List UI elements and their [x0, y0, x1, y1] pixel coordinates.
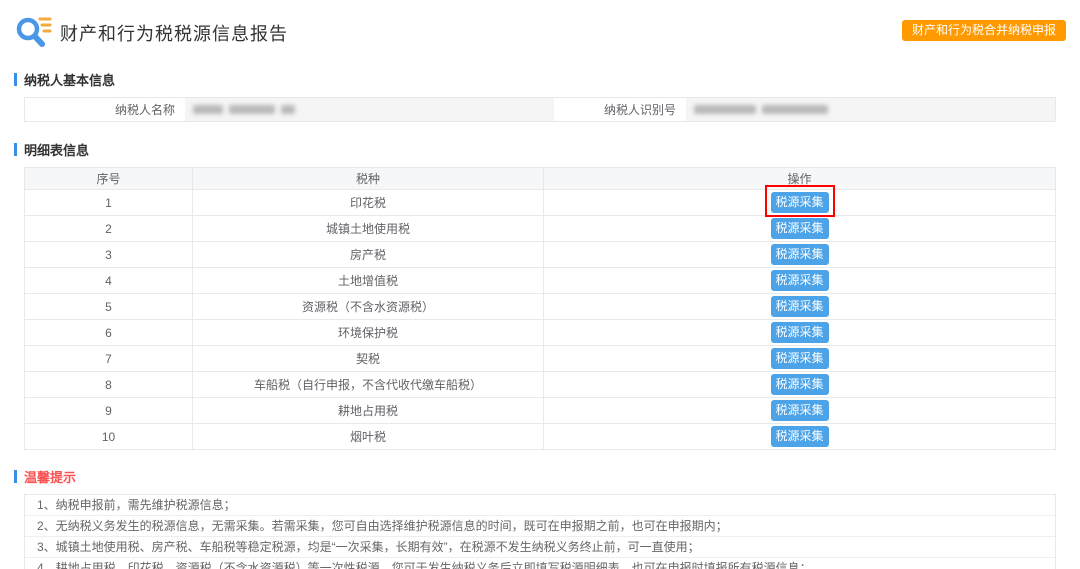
column-header-no: 序号: [25, 168, 193, 190]
collect-source-button[interactable]: 税源采集: [771, 426, 829, 447]
row-tax: 车船税（自行申报，不含代收代缴车船税）: [193, 372, 544, 398]
page-title: 财产和行为税税源信息报告: [60, 20, 288, 46]
collect-source-button[interactable]: 税源采集: [771, 192, 829, 213]
row-no: 2: [25, 216, 193, 242]
row-no: 10: [25, 424, 193, 450]
row-no: 1: [25, 190, 193, 216]
row-no: 5: [25, 294, 193, 320]
row-tax: 契税: [193, 346, 544, 372]
row-no: 4: [25, 268, 193, 294]
highlight-red-box: 税源采集: [771, 192, 829, 213]
detail-section-header: 明细表信息: [14, 140, 1080, 159]
taxpayer-id-value: [686, 98, 1055, 121]
basic-info-section-header: 纳税人基本信息: [14, 70, 1080, 89]
taxpayer-name-label: 纳税人名称: [25, 98, 185, 121]
taxpayer-name-value: [185, 98, 554, 121]
magnifier-list-icon: [14, 14, 52, 52]
collect-source-button[interactable]: 税源采集: [771, 322, 829, 343]
taxpayer-info-row: 纳税人名称 纳税人识别号: [24, 97, 1056, 122]
row-no: 9: [25, 398, 193, 424]
detail-section-title: 明细表信息: [24, 140, 89, 159]
table-row: 10 烟叶税 税源采集: [25, 424, 1056, 450]
collect-source-button[interactable]: 税源采集: [771, 374, 829, 395]
row-no: 7: [25, 346, 193, 372]
row-tax: 印花税: [193, 190, 544, 216]
table-row: 6 环境保护税 税源采集: [25, 320, 1056, 346]
row-tax: 房产税: [193, 242, 544, 268]
section-bar: [14, 470, 17, 483]
table-row: 2 城镇土地使用税 税源采集: [25, 216, 1056, 242]
collect-source-button[interactable]: 税源采集: [771, 270, 829, 291]
page-header: 财产和行为税税源信息报告 财产和行为税合并纳税申报: [0, 0, 1080, 60]
redacted-value: [694, 105, 756, 114]
collect-source-button[interactable]: 税源采集: [771, 218, 829, 239]
table-header-row: 序号 税种 操作: [25, 168, 1056, 190]
taxpayer-id-label: 纳税人识别号: [554, 98, 686, 121]
tax-detail-table: 序号 税种 操作 1 印花税 税源采集 2 城镇土地使用税 税源采集 3: [24, 167, 1056, 450]
row-tax: 烟叶税: [193, 424, 544, 450]
tip-item: 4、耕地占用税、印花税、资源税（不含水资源税）等一次性税源，您可于发生纳税义务后…: [25, 558, 1055, 569]
row-tax: 土地增值税: [193, 268, 544, 294]
row-tax: 耕地占用税: [193, 398, 544, 424]
tip-item: 3、城镇土地使用税、房产税、车船税等稳定税源，均是“一次采集，长期有效”，在税源…: [25, 537, 1055, 558]
page: 财产和行为税税源信息报告 财产和行为税合并纳税申报 纳税人基本信息 纳税人名称 …: [0, 0, 1080, 569]
table-row: 3 房产税 税源采集: [25, 242, 1056, 268]
redacted-value: [281, 105, 295, 114]
table-row: 5 资源税（不含水资源税） 税源采集: [25, 294, 1056, 320]
tips-section-title: 温馨提示: [24, 467, 76, 486]
tip-item: 2、无纳税义务发生的税源信息，无需采集。若需采集，您可自由选择维护税源信息的时间…: [25, 516, 1055, 537]
basic-info-section-title: 纳税人基本信息: [24, 70, 115, 89]
tips-box: 1、纳税申报前，需先维护税源信息； 2、无纳税义务发生的税源信息，无需采集。若需…: [24, 494, 1056, 569]
collect-source-button[interactable]: 税源采集: [771, 400, 829, 421]
table-row: 4 土地增值税 税源采集: [25, 268, 1056, 294]
tips-section-header: 温馨提示: [14, 467, 1080, 486]
tip-item: 1、纳税申报前，需先维护税源信息；: [25, 495, 1055, 516]
row-no: 6: [25, 320, 193, 346]
collect-source-button[interactable]: 税源采集: [771, 348, 829, 369]
table-row: 9 耕地占用税 税源采集: [25, 398, 1056, 424]
row-tax: 环境保护税: [193, 320, 544, 346]
redacted-value: [193, 105, 223, 114]
row-no: 3: [25, 242, 193, 268]
collect-source-button[interactable]: 税源采集: [771, 244, 829, 265]
redacted-value: [229, 105, 275, 114]
row-tax: 城镇土地使用税: [193, 216, 544, 242]
table-row: 7 契税 税源采集: [25, 346, 1056, 372]
section-bar: [14, 73, 17, 86]
collect-source-button[interactable]: 税源采集: [771, 296, 829, 317]
table-row: 8 车船税（自行申报，不含代收代缴车船税） 税源采集: [25, 372, 1056, 398]
row-no: 8: [25, 372, 193, 398]
redacted-value: [762, 105, 828, 114]
table-row: 1 印花税 税源采集: [25, 190, 1056, 216]
merge-declare-button[interactable]: 财产和行为税合并纳税申报: [902, 20, 1066, 41]
section-bar: [14, 143, 17, 156]
column-header-tax: 税种: [193, 168, 544, 190]
row-tax: 资源税（不含水资源税）: [193, 294, 544, 320]
